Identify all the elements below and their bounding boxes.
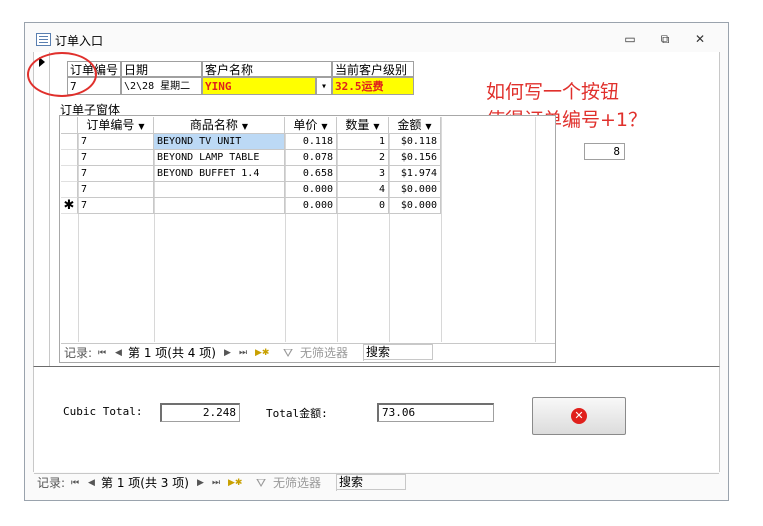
next-record-icon[interactable]: ▶	[224, 344, 231, 362]
customer-dropdown-icon[interactable]: ▾	[316, 77, 332, 95]
grid-select-all[interactable]	[61, 117, 78, 134]
first-record-icon[interactable]: ⏮	[71, 474, 79, 492]
filter-icon: ⛛	[256, 476, 267, 490]
level-field[interactable]: 32.5运费	[332, 77, 414, 95]
side-value-box[interactable]: 8	[584, 143, 625, 160]
next-record-icon[interactable]: ▶	[197, 474, 204, 492]
chevron-down-icon[interactable]: ▼	[138, 122, 144, 131]
level-header: 当前客户级别	[332, 61, 414, 77]
prev-record-icon[interactable]: ◀	[115, 344, 122, 362]
no-filter-label[interactable]: 无筛选器	[300, 344, 348, 362]
cell-amount[interactable]: $1.974	[389, 166, 441, 182]
cell-order[interactable]: 7	[78, 134, 154, 150]
cell-product[interactable]	[154, 198, 285, 214]
cell-product[interactable]: BEYOND LAMP TABLE	[154, 150, 285, 166]
cell-price[interactable]: 0.000	[285, 198, 337, 214]
last-record-icon[interactable]: ⏭	[239, 344, 247, 362]
cell-order[interactable]: 7	[78, 198, 154, 214]
cell-qty[interactable]: 3	[337, 166, 389, 182]
first-record-icon[interactable]: ⏮	[98, 344, 106, 362]
last-record-icon[interactable]: ⏭	[212, 474, 220, 492]
col-header-amount[interactable]: 金额 ▼	[389, 117, 441, 134]
total-amount-field[interactable]: 73.06	[377, 403, 494, 422]
cell-amount[interactable]: $0.156	[389, 150, 441, 166]
main-search-input[interactable]	[336, 474, 406, 490]
restore-button[interactable]: ⧉	[654, 31, 676, 47]
annotation-circle	[27, 52, 97, 97]
cubic-total-label: Cubic Total:	[63, 405, 143, 418]
chevron-down-icon[interactable]: ▼	[321, 122, 327, 131]
close-circle-icon: ✕	[571, 408, 587, 424]
form-icon	[36, 33, 51, 46]
cell-amount[interactable]: $0.000	[389, 182, 441, 198]
chevron-down-icon[interactable]: ▼	[373, 122, 379, 131]
col-header-order[interactable]: 订单编号 ▼	[78, 117, 154, 134]
cell-product[interactable]	[154, 182, 285, 198]
cell-price[interactable]: 0.118	[285, 134, 337, 150]
nav-label: 记录:	[64, 346, 93, 360]
col-header-price[interactable]: 单价 ▼	[285, 117, 337, 134]
minimize-button[interactable]: ▭	[619, 31, 641, 47]
cell-order[interactable]: 7	[78, 150, 154, 166]
cell-price[interactable]: 0.078	[285, 150, 337, 166]
record-position[interactable]: 第 1 项(共 4 项)	[128, 344, 216, 362]
no-filter-label[interactable]: 无筛选器	[273, 474, 321, 492]
cubic-total-field[interactable]: 2.248	[160, 403, 240, 422]
subform-navigation: 记录: ⏮ ◀ 第 1 项(共 4 项) ▶ ⏭ ▶✱ ⛛ 无筛选器 搜索	[61, 343, 555, 361]
nav-label: 记录:	[37, 476, 66, 490]
customer-header: 客户名称	[202, 61, 332, 77]
new-record-icon[interactable]: ✱	[61, 198, 78, 214]
row-selector[interactable]	[61, 182, 78, 198]
cell-product[interactable]: BEYOND BUFFET 1.4	[154, 166, 285, 182]
window-title: 订单入口	[55, 34, 104, 48]
date-header: 日期	[121, 61, 202, 77]
annotation-line-1: 如何写一个按钮	[486, 81, 620, 103]
cell-order[interactable]: 7	[78, 166, 154, 182]
cell-product[interactable]: BEYOND TV UNIT	[154, 134, 285, 150]
new-record-nav-icon[interactable]: ▶✱	[228, 474, 242, 492]
cell-qty[interactable]: 0	[337, 198, 389, 214]
cell-order[interactable]: 7	[78, 182, 154, 198]
cell-qty[interactable]: 2	[337, 150, 389, 166]
date-field[interactable]: \2\28 星期二	[121, 77, 202, 95]
customer-combo[interactable]: YING	[202, 77, 316, 95]
col-header-qty[interactable]: 数量 ▼	[337, 117, 389, 134]
row-selector[interactable]	[61, 134, 78, 150]
cell-amount[interactable]: $0.118	[389, 134, 441, 150]
row-selector[interactable]	[61, 150, 78, 166]
chevron-down-icon[interactable]: ▼	[425, 122, 431, 131]
record-position[interactable]: 第 1 项(共 3 项)	[101, 474, 189, 492]
cell-qty[interactable]: 4	[337, 182, 389, 198]
total-amount-label: Total金额:	[266, 407, 328, 420]
subform-search-input[interactable]	[363, 344, 433, 360]
col-header-product[interactable]: 商品名称 ▼	[154, 117, 285, 134]
filter-icon: ⛛	[283, 346, 294, 360]
row-selector[interactable]	[61, 166, 78, 182]
prev-record-icon[interactable]: ◀	[88, 474, 95, 492]
cell-price[interactable]: 0.658	[285, 166, 337, 182]
close-button[interactable]: ✕	[689, 31, 711, 47]
cell-amount[interactable]: $0.000	[389, 198, 441, 214]
cell-qty[interactable]: 1	[337, 134, 389, 150]
chevron-down-icon[interactable]: ▼	[242, 122, 248, 131]
record-selector[interactable]	[34, 52, 50, 366]
cell-price[interactable]: 0.000	[285, 182, 337, 198]
new-record-nav-icon[interactable]: ▶✱	[255, 344, 269, 362]
